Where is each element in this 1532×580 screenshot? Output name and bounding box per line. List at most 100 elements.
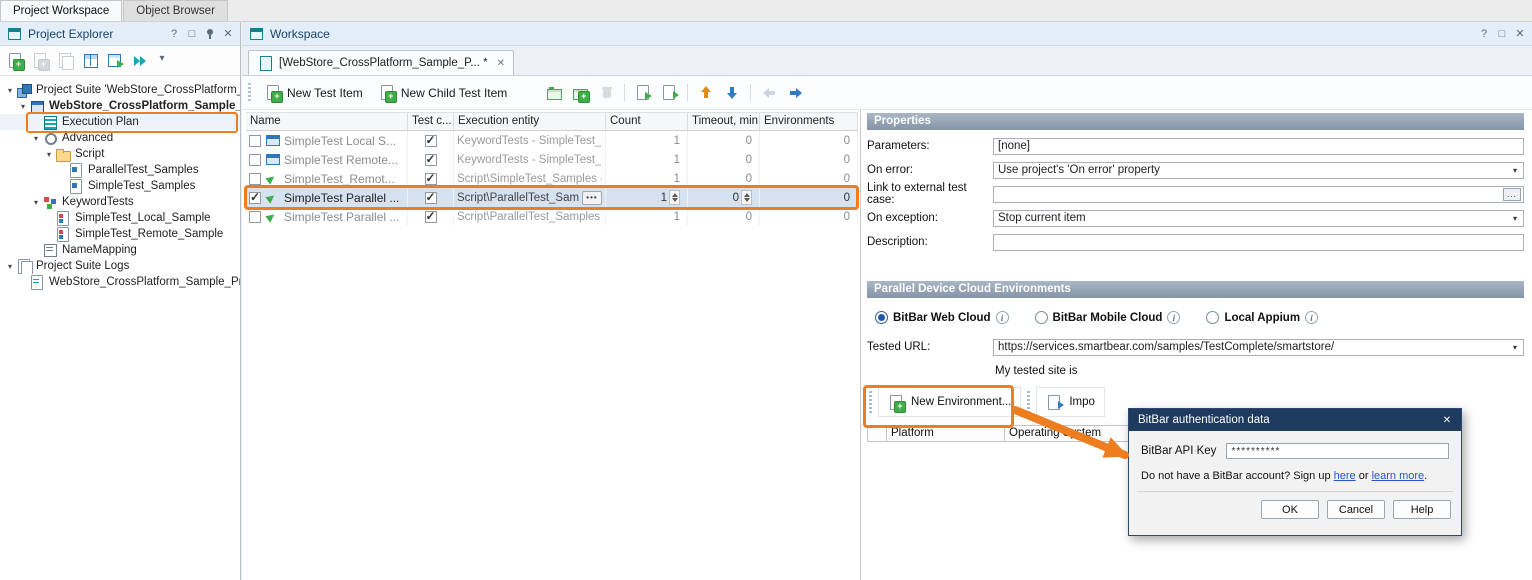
caret-down-button[interactable]	[153, 49, 177, 73]
run-selected-button[interactable]	[631, 81, 655, 105]
link-to-external-test-case-field[interactable]: ...	[993, 186, 1524, 203]
collapse-expander-icon[interactable]: ▾	[4, 86, 16, 95]
info-icon[interactable]	[1167, 311, 1180, 324]
learn-more-link[interactable]: learn more	[1372, 470, 1425, 482]
maximize-button[interactable]: □	[184, 26, 200, 42]
collapse-expander-icon[interactable]: ▾	[30, 134, 42, 143]
tested-url-dropdown[interactable]: https://services.smartbear.com/samples/T…	[993, 339, 1524, 356]
tab-close-icon[interactable]: ✕	[497, 58, 505, 69]
move-down-button[interactable]	[720, 81, 744, 105]
tree-item-paralleltest-samples[interactable]: ParallelTest_Samples	[0, 162, 240, 178]
grid-column-execution-entity[interactable]: Execution entity	[454, 113, 606, 130]
ok-button[interactable]: OK	[1261, 500, 1319, 519]
new-environment-button[interactable]: New Environment...	[878, 387, 1021, 417]
grid-column-environments[interactable]: Environments	[760, 113, 858, 130]
count-spinner[interactable]	[669, 190, 680, 205]
tree-item-keywordtests[interactable]: ▾KeywordTests	[0, 194, 240, 210]
test-item-row[interactable]: SimpleTest Local S...KeywordTests - Simp…	[246, 131, 858, 150]
collapse-expander-icon[interactable]: ▾	[43, 150, 55, 159]
parameters-field[interactable]: [none]	[993, 138, 1524, 155]
grid-column-timeout-min[interactable]: Timeout, min	[688, 113, 760, 130]
test-item-row[interactable]: SimpleTest Parallel ...Script\ParallelTe…	[246, 188, 858, 207]
cancel-button[interactable]: Cancel	[1327, 500, 1385, 519]
tree-item-simpletest-local-sample[interactable]: SimpleTest_Local_Sample	[0, 210, 240, 226]
collapse-expander-icon[interactable]: ▾	[17, 102, 29, 111]
grid-column-count[interactable]: Count	[606, 113, 688, 130]
dropdown-arrow-icon[interactable]: ▾	[1508, 214, 1522, 223]
dialog-close-icon[interactable]: ✕	[1439, 413, 1455, 427]
row-checkbox[interactable]	[249, 135, 261, 147]
collapse-expander-icon[interactable]: ▾	[30, 198, 42, 207]
test-item-row[interactable]: SimpleTest_Remot...Script\SimpleTest_Sam…	[246, 169, 858, 188]
row-checkbox[interactable]	[249, 192, 261, 204]
tree-item-execution-plan[interactable]: Execution Plan	[0, 114, 240, 130]
add-group-button[interactable]	[568, 81, 592, 105]
signup-here-link[interactable]: here	[1334, 470, 1356, 482]
tree-item-project-suite-webstore-crossplatform-samp[interactable]: ▾Project Suite 'WebStore_CrossPlatform_S…	[0, 82, 240, 98]
api-key-input[interactable]: **********	[1226, 443, 1449, 459]
move-up-button[interactable]	[694, 81, 718, 105]
new-child-test-item-button[interactable]: New Child Test Item	[372, 82, 514, 103]
move-right-button[interactable]	[783, 81, 807, 105]
tree-item-project-suite-logs[interactable]: ▾Project Suite Logs	[0, 258, 240, 274]
help-button[interactable]: ?	[1476, 26, 1492, 42]
env-column-platform[interactable]: Platform	[887, 425, 1005, 442]
dropdown-arrow-icon[interactable]: ▾	[1508, 166, 1522, 175]
radio-bitbar-web-cloud[interactable]: BitBar Web Cloud	[875, 311, 1009, 324]
dialog-title-bar[interactable]: BitBar authentication data ✕	[1129, 409, 1461, 431]
add-existing-item-button[interactable]	[28, 49, 52, 73]
grid-column-name[interactable]: Name	[246, 113, 408, 130]
close-button[interactable]: ✕	[1512, 26, 1528, 42]
add-new-item-button[interactable]	[3, 49, 27, 73]
help-button[interactable]: Help	[1393, 500, 1451, 519]
tree-item-webstore-crossplatform-sample-project[interactable]: WebStore_CrossPlatform_Sample_Project	[0, 274, 240, 290]
row-checkbox[interactable]	[249, 154, 261, 166]
test-case-checkbox[interactable]	[425, 173, 437, 185]
radio-local-appium[interactable]: Local Appium	[1206, 311, 1318, 324]
tree-item-simpletest-samples[interactable]: SimpleTest_Samples	[0, 178, 240, 194]
test-item-row[interactable]: SimpleTest Remote...KeywordTests - Simpl…	[246, 150, 858, 169]
tree-item-advanced[interactable]: ▾Advanced	[0, 130, 240, 146]
import-button[interactable]: Impo	[1036, 387, 1105, 417]
run-project-button[interactable]	[103, 49, 127, 73]
close-button[interactable]: ✕	[220, 26, 236, 42]
add-test-item-button[interactable]	[516, 81, 540, 105]
test-case-checkbox[interactable]	[425, 192, 437, 204]
object-browser-button[interactable]	[78, 49, 102, 73]
maximize-button[interactable]: □	[1494, 26, 1510, 42]
browse-button[interactable]: ...	[1503, 188, 1521, 201]
app-tab-project-workspace[interactable]: Project Workspace	[0, 0, 122, 21]
test-case-checkbox[interactable]	[425, 211, 437, 223]
add-copy-button[interactable]	[53, 49, 77, 73]
test-case-checkbox[interactable]	[425, 135, 437, 147]
tree-item-webstore-crossplatform-sample-pr[interactable]: ▾WebStore_CrossPlatform_Sample_Pr	[0, 98, 240, 114]
tree-item-simpletest-remote-sample[interactable]: SimpleTest_Remote_Sample	[0, 226, 240, 242]
move-left-button[interactable]	[757, 81, 781, 105]
new-group-button[interactable]	[542, 81, 566, 105]
tree-item-script[interactable]: ▾Script	[0, 146, 240, 162]
test-item-row[interactable]: SimpleTest Parallel ...Script\ParallelTe…	[246, 207, 858, 226]
description-field[interactable]	[993, 234, 1524, 251]
grid-column-test-c[interactable]: Test c...	[408, 113, 454, 130]
app-tab-object-browser[interactable]: Object Browser	[123, 0, 228, 21]
row-checkbox[interactable]	[249, 211, 261, 223]
dropdown-arrow-icon[interactable]: ▾	[1508, 343, 1522, 352]
radio-bitbar-mobile-cloud[interactable]: BitBar Mobile Cloud	[1035, 311, 1181, 324]
collapse-expander-icon[interactable]: ▾	[4, 262, 16, 271]
row-checkbox[interactable]	[249, 173, 261, 185]
test-case-checkbox[interactable]	[425, 154, 437, 166]
delete-button[interactable]	[594, 81, 618, 105]
help-button[interactable]: ?	[166, 26, 182, 42]
convert-to-script-button[interactable]	[657, 81, 681, 105]
tree-item-namemapping[interactable]: NameMapping	[0, 242, 240, 258]
timeout-spinner[interactable]	[741, 190, 752, 205]
info-icon[interactable]	[996, 311, 1009, 324]
more-button[interactable]: •••	[582, 191, 602, 205]
on-error-dropdown[interactable]: Use project's 'On error' property▾	[993, 162, 1524, 179]
document-tab[interactable]: [WebStore_CrossPlatform_Sample_P... * ✕	[248, 50, 514, 75]
pin-button[interactable]	[202, 26, 218, 42]
new-test-item-button[interactable]: New Test Item	[258, 82, 370, 103]
info-icon[interactable]	[1305, 311, 1318, 324]
on-exception-dropdown[interactable]: Stop current item▾	[993, 210, 1524, 227]
run-tests-button[interactable]	[128, 49, 152, 73]
